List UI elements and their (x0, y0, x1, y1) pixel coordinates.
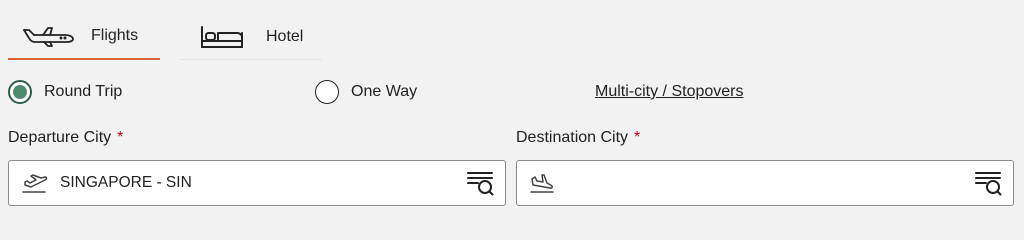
radio-unchecked-icon (315, 80, 339, 104)
required-marker: * (117, 129, 124, 146)
landing-icon (529, 172, 557, 194)
destination-city-label: Destination City * (516, 129, 640, 147)
round-trip-label: Round Trip (44, 83, 123, 100)
list-search-icon[interactable] (973, 168, 1003, 198)
one-way-label: One Way (351, 83, 418, 100)
multi-city-stopovers-link[interactable]: Multi-city / Stopovers (595, 83, 743, 101)
takeoff-icon (21, 172, 49, 194)
airplane-icon (21, 24, 75, 48)
departure-city-field[interactable] (8, 160, 506, 206)
departure-city-label: Departure City * (8, 129, 123, 147)
round-trip-radio[interactable]: Round Trip (8, 80, 122, 104)
one-way-radio[interactable]: One Way (315, 80, 417, 104)
radio-checked-icon (8, 80, 32, 104)
required-marker: * (634, 129, 641, 146)
departure-city-label-text: Departure City (8, 129, 112, 146)
tab-flights[interactable]: Flights (8, 14, 160, 60)
departure-city-input[interactable] (60, 174, 465, 192)
tab-hotel-label: Hotel (266, 27, 304, 45)
destination-city-field[interactable] (516, 160, 1014, 206)
tab-hotel[interactable]: Hotel (180, 14, 322, 60)
list-search-icon[interactable] (465, 168, 495, 198)
destination-city-input[interactable] (568, 174, 973, 192)
booking-tabs: Flights Hotel (8, 14, 322, 60)
tab-flights-label: Flights (91, 27, 139, 44)
bed-icon (199, 24, 245, 50)
destination-city-label-text: Destination City (516, 129, 629, 146)
